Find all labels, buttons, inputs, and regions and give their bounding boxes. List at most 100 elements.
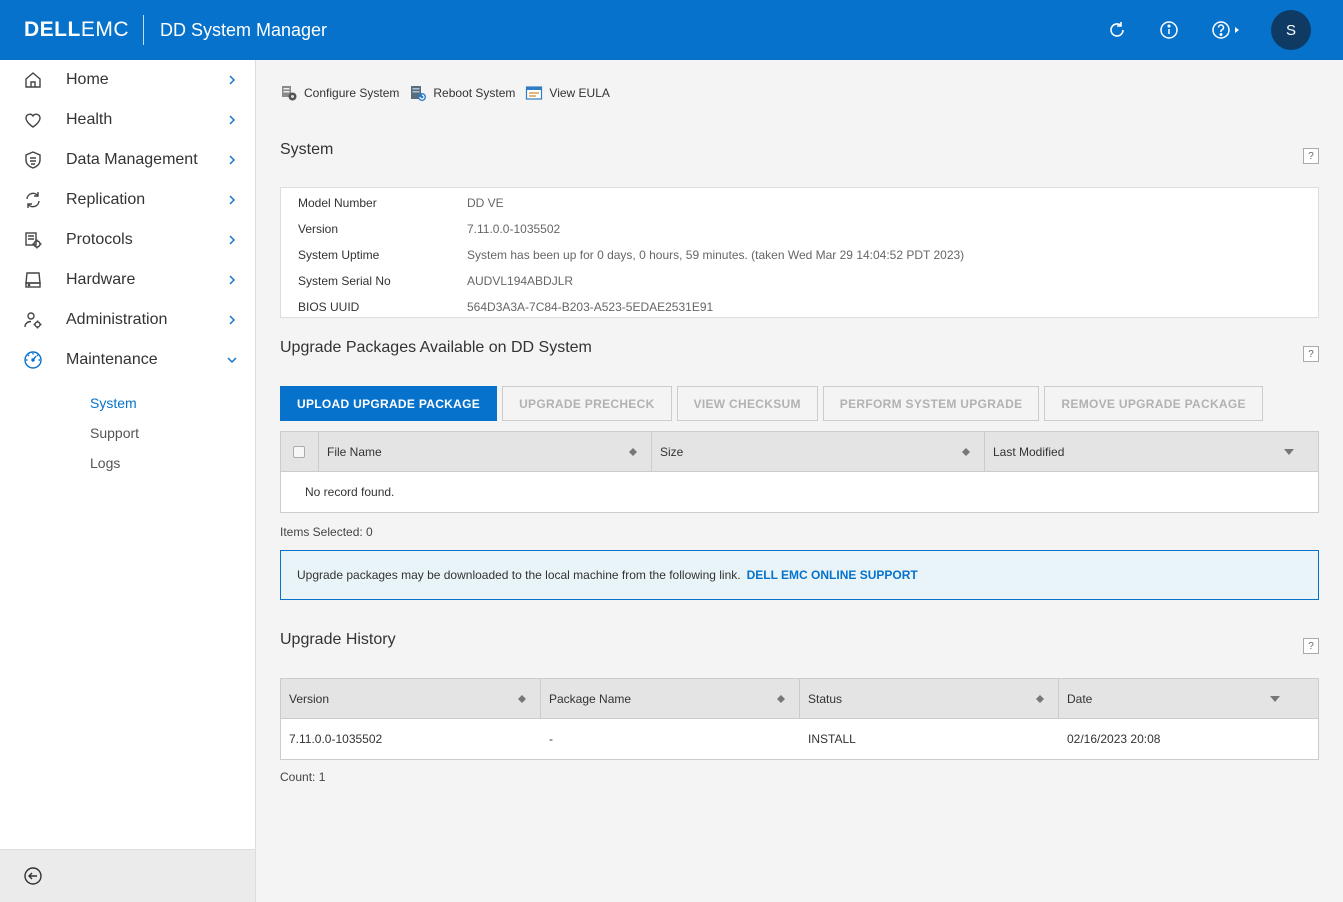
download-info-banner: Upgrade packages may be downloaded to th…: [280, 550, 1319, 600]
sidebar-subitem-logs[interactable]: Logs: [0, 448, 255, 478]
configure-system-button[interactable]: Configure System: [280, 84, 399, 102]
table-header: Version Package Name Status Date: [281, 679, 1318, 719]
info-banner-text: Upgrade packages may be downloaded to th…: [297, 568, 741, 582]
sidebar-item-hardware[interactable]: Hardware: [0, 260, 255, 300]
online-support-link[interactable]: DELL EMC ONLINE SUPPORT: [747, 568, 918, 582]
column-label: Version: [289, 692, 330, 706]
column-package-name[interactable]: Package Name: [541, 679, 800, 719]
column-file-name[interactable]: File Name: [319, 432, 652, 472]
upgrade-precheck-button[interactable]: UPGRADE PRECHECK: [502, 386, 672, 421]
chevron-right-icon: [226, 314, 238, 326]
history-help-button[interactable]: ?: [1303, 638, 1319, 654]
system-info-key: Version: [298, 222, 339, 236]
column-label: Size: [660, 445, 684, 459]
perform-system-upgrade-button[interactable]: PERFORM SYSTEM UPGRADE: [822, 386, 1040, 421]
chevron-right-icon: [226, 234, 238, 246]
system-info-value: System has been up for 0 days, 0 hours, …: [467, 248, 965, 262]
sidebar-item-label: Data Management: [66, 151, 198, 168]
view-checksum-button[interactable]: VIEW CHECKSUM: [676, 386, 818, 421]
info-icon[interactable]: [1157, 18, 1181, 42]
sort-diamond-icon[interactable]: [518, 695, 526, 703]
document-icon: [525, 84, 543, 102]
table-row[interactable]: 7.11.0.0-1035502 - INSTALL 02/16/2023 20…: [281, 719, 1318, 759]
sidebar-item-administration[interactable]: Administration: [0, 300, 255, 340]
system-toolbar: Configure System Reboot System View EULA: [280, 84, 620, 102]
empty-message: No record found.: [305, 485, 395, 499]
upgrade-help-button[interactable]: ?: [1303, 346, 1319, 362]
sidebar-item-label: Maintenance: [66, 351, 158, 368]
app-title: DD System Manager: [160, 19, 328, 40]
sidebar-item-label: Administration: [66, 311, 168, 328]
user-gear-icon: [22, 309, 44, 331]
sidebar-item-label: Replication: [66, 191, 146, 208]
sort-diamond-icon[interactable]: [777, 695, 785, 703]
clock-gauge-icon: [22, 349, 44, 371]
chevron-right-icon: [226, 194, 238, 206]
sidebar-item-label: Home: [66, 71, 109, 88]
system-info-key: System Serial No: [298, 274, 391, 288]
sort-diamond-icon[interactable]: [1036, 695, 1044, 703]
sidebar-item-label: Hardware: [66, 271, 136, 288]
chevron-right-icon: [226, 274, 238, 286]
collapse-sidebar-icon[interactable]: [23, 866, 43, 886]
system-info-row: System Serial No AUDVL194ABDJLR: [281, 268, 1318, 294]
sidebar-item-home[interactable]: Home: [0, 60, 255, 100]
column-date[interactable]: Date: [1059, 679, 1318, 719]
column-last-modified[interactable]: Last Modified: [985, 432, 1318, 472]
dell-emc-logo: DELLEMC: [24, 18, 129, 41]
upload-upgrade-package-button[interactable]: UPLOAD UPGRADE PACKAGE: [280, 386, 498, 421]
sidebar-item-label: Health: [66, 111, 113, 128]
reboot-system-button[interactable]: Reboot System: [409, 84, 515, 102]
column-version[interactable]: Version: [281, 679, 541, 719]
sort-diamond-icon[interactable]: [962, 448, 970, 456]
column-status[interactable]: Status: [800, 679, 1059, 719]
empty-row: No record found.: [281, 472, 1318, 512]
system-info-value: 564D3A3A-7C84-B203-A523-5EDAE2531E91: [467, 300, 714, 314]
remove-upgrade-package-button[interactable]: REMOVE UPGRADE PACKAGE: [1044, 386, 1263, 421]
reboot-server-icon: [409, 84, 427, 102]
brand: DELLEMC DD System Manager: [0, 0, 327, 60]
system-info-key: BIOS UUID: [298, 300, 360, 314]
upgrade-history-table: Version Package Name Status Date 7.11.0.…: [280, 678, 1319, 760]
sidebar-item-data-management[interactable]: Data Management: [0, 140, 255, 180]
sort-descending-icon[interactable]: [1284, 448, 1294, 456]
system-section-title: System: [280, 141, 334, 158]
refresh-icon[interactable]: [1105, 18, 1129, 42]
main-content: Configure System Reboot System View EULA…: [256, 60, 1343, 902]
sidebar-subitem-support[interactable]: Support: [0, 418, 255, 448]
view-eula-button[interactable]: View EULA: [525, 84, 610, 102]
sort-diamond-icon[interactable]: [629, 448, 637, 456]
system-info-key: Model Number: [298, 196, 377, 210]
sidebar-item-label: Protocols: [66, 231, 133, 248]
sort-descending-icon[interactable]: [1270, 695, 1280, 703]
system-info-value: AUDVL194ABDJLR: [467, 274, 574, 288]
drive-icon: [22, 269, 44, 291]
system-info-value: 7.11.0.0-1035502: [467, 222, 561, 236]
column-size[interactable]: Size: [652, 432, 985, 472]
system-help-button[interactable]: ?: [1303, 148, 1319, 164]
chevron-right-icon: [226, 74, 238, 86]
history-count: Count: 1: [280, 770, 326, 784]
user-avatar[interactable]: S: [1271, 10, 1311, 50]
table-header: File Name Size Last Modified: [281, 432, 1318, 472]
brand-divider: [143, 15, 144, 45]
home-icon: [22, 69, 44, 91]
sidebar-item-health[interactable]: Health: [0, 100, 255, 140]
upgrade-packages-title: Upgrade Packages Available on DD System: [280, 339, 592, 356]
column-label: Package Name: [549, 692, 632, 706]
sidebar-item-replication[interactable]: Replication: [0, 180, 255, 220]
sidebar-subitem-system[interactable]: System: [0, 388, 255, 418]
top-header: DELLEMC DD System Manager S: [0, 0, 1343, 60]
chevron-right-icon: [226, 114, 238, 126]
chevron-down-icon: [226, 354, 238, 366]
help-menu-icon[interactable]: [1209, 18, 1243, 42]
upgrade-action-buttons: UPLOAD UPGRADE PACKAGE UPGRADE PRECHECK …: [280, 386, 1268, 421]
select-all-checkbox[interactable]: [293, 446, 305, 458]
header-actions: S: [1105, 0, 1343, 60]
upgrade-packages-table: File Name Size Last Modified No record f…: [280, 431, 1319, 513]
sidebar-item-maintenance[interactable]: Maintenance: [0, 340, 255, 380]
sidebar-item-protocols[interactable]: Protocols: [0, 220, 255, 260]
cell-date: 02/16/2023 20:08: [1067, 732, 1161, 746]
protocol-gear-icon: [22, 229, 44, 251]
chevron-right-icon: [226, 154, 238, 166]
